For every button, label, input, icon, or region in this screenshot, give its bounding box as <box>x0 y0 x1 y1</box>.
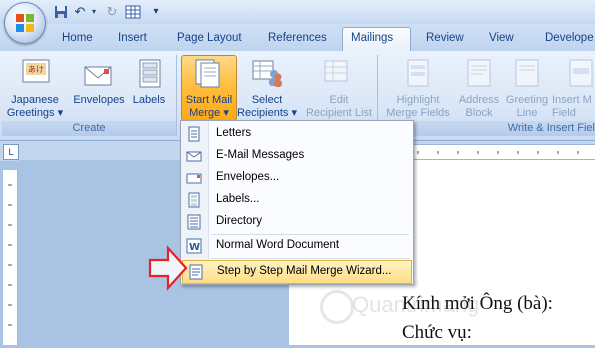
menu-item-email-messages[interactable]: E-Mail Messages <box>181 145 413 167</box>
menu-item-mail-merge-wizard[interactable]: Step by Step Mail Merge Wizard... <box>182 260 412 284</box>
menu-item-envelopes[interactable]: Envelopes... <box>181 167 413 189</box>
document-line-1: Kính mởi Ông (bà): <box>402 293 553 314</box>
address-block-button[interactable]: Address Block <box>454 94 504 120</box>
menu-item-label: E-Mail Messages <box>216 149 305 161</box>
menu-item-label: Envelopes... <box>216 171 280 183</box>
start-mail-merge-label: Start Mail Merge ▾ <box>185 94 233 119</box>
directory-icon <box>187 214 201 230</box>
edit-recipient-list-icon <box>324 60 348 82</box>
tab-selector-button[interactable]: L <box>3 144 19 160</box>
menu-item-normal-word-document[interactable]: W Normal Word Document <box>181 235 413 257</box>
envelopes-button[interactable]: Envelopes <box>70 94 128 107</box>
insert-merge-field-button[interactable]: Insert M Field <box>552 94 595 120</box>
create-group-label: Create <box>72 122 106 134</box>
watermark-logo <box>320 290 354 324</box>
greeting-line-icon <box>515 59 539 87</box>
vertical-ruler[interactable] <box>3 170 18 345</box>
horizontal-ruler[interactable] <box>400 144 595 160</box>
envelopes-icon <box>84 66 112 86</box>
svg-text:あ: あ <box>28 65 36 74</box>
tab-insert[interactable]: Insert <box>118 32 147 48</box>
tab-references[interactable]: References <box>268 32 327 48</box>
menu-item-label: Letters <box>216 127 252 139</box>
svg-text:W: W <box>189 242 200 253</box>
office-button[interactable] <box>4 2 46 44</box>
letter-icon <box>188 126 200 142</box>
envelope-icon <box>186 173 202 184</box>
svg-text:け: け <box>36 65 44 74</box>
menu-item-labels[interactable]: Labels... <box>181 189 413 211</box>
japanese-greetings-icon: あけ <box>22 59 50 83</box>
tab-mailings[interactable]: Mailings <box>351 32 393 48</box>
table-icon[interactable] <box>125 4 141 20</box>
group-separator <box>176 55 177 136</box>
tab-review[interactable]: Review <box>426 32 464 48</box>
office-logo-icon <box>16 14 34 32</box>
menu-item-label: Step by Step Mail Merge Wizard... <box>217 265 392 277</box>
labels-icon <box>139 59 161 88</box>
tab-home[interactable]: Home <box>62 32 93 48</box>
vertical-ruler-ticks <box>8 184 12 326</box>
tab-page-layout[interactable]: Page Layout <box>177 32 242 48</box>
labels-button[interactable]: Labels <box>128 94 170 107</box>
document-line-2: Chức vụ: <box>402 322 472 343</box>
word-doc-icon: W <box>186 238 202 254</box>
select-recipients-button[interactable]: Select Recipients ▾ <box>236 94 298 120</box>
menu-item-label: Labels... <box>216 193 260 205</box>
tab-view[interactable]: View <box>489 32 514 48</box>
edit-recipient-list-button[interactable]: Edit Recipient List <box>302 94 376 120</box>
undo-dropdown-icon[interactable]: ▾ <box>86 4 102 20</box>
japanese-greetings-button[interactable]: Japanese Greetings ▾ <box>4 94 66 120</box>
highlight-merge-fields-icon <box>407 59 429 87</box>
highlight-merge-fields-button[interactable]: Highlight Merge Fields <box>384 94 452 120</box>
greeting-line-button[interactable]: Greeting Line <box>501 94 553 120</box>
customize-arrow-icon[interactable]: ▾ <box>148 4 164 20</box>
red-arrow-annotation <box>148 245 188 291</box>
insert-merge-field-icon <box>569 59 593 87</box>
save-icon[interactable] <box>53 4 69 20</box>
ruler-ticks <box>417 151 579 154</box>
menu-item-letters[interactable]: Letters <box>181 123 413 145</box>
address-block-icon <box>467 59 491 87</box>
menu-separator <box>211 258 409 259</box>
menu-item-directory[interactable]: Directory <box>181 211 413 233</box>
labels-icon <box>188 192 200 208</box>
start-mail-merge-menu: Letters E-Mail Messages Envelopes... Lab… <box>180 120 414 285</box>
menu-item-label: Normal Word Document <box>216 239 340 251</box>
email-icon <box>186 151 202 162</box>
redo-icon[interactable]: ↻ <box>104 4 120 20</box>
wizard-icon <box>189 264 203 280</box>
start-mail-merge-icon <box>195 59 220 88</box>
tab-developer[interactable]: Develope <box>545 32 594 48</box>
menu-item-label: Directory <box>216 215 263 227</box>
select-recipients-icon <box>252 60 282 87</box>
